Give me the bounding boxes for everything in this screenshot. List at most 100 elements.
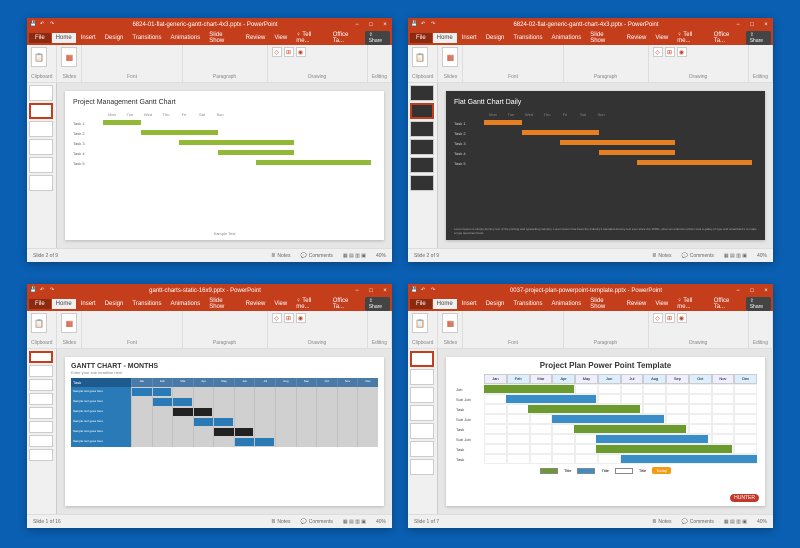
tab-officetab[interactable]: Office Ta... bbox=[329, 30, 363, 46]
tab-design[interactable]: Design bbox=[101, 33, 128, 43]
maximize-icon[interactable]: □ bbox=[748, 21, 756, 29]
slide-canvas[interactable]: Project Plan Power Point Template JanFeb… bbox=[438, 349, 773, 514]
tab-animations[interactable]: Animations bbox=[548, 33, 586, 43]
new-slide-icon[interactable]: ▦ bbox=[61, 47, 77, 67]
tab-slideshow[interactable]: Slide Show bbox=[586, 30, 621, 46]
tab-animations[interactable]: Animations bbox=[167, 33, 205, 43]
share-button[interactable]: ⇪ Share bbox=[746, 31, 771, 45]
tab-officetab[interactable]: Office Ta... bbox=[710, 30, 744, 46]
paste-icon[interactable]: 📋 bbox=[412, 313, 428, 333]
slide[interactable]: GANTT CHART - MONTHS Enter your sub head… bbox=[65, 357, 384, 506]
tab-view[interactable]: View bbox=[651, 33, 672, 43]
thumbnail[interactable] bbox=[29, 121, 53, 137]
slide[interactable]: Project Plan Power Point Template JanFeb… bbox=[446, 357, 765, 506]
redo-icon[interactable]: ↷ bbox=[50, 287, 57, 294]
comments-button[interactable]: 💬 Comments bbox=[681, 253, 713, 259]
save-icon[interactable]: 💾 bbox=[30, 287, 37, 294]
notes-button[interactable]: ≣ Notes bbox=[271, 253, 290, 259]
slide-thumbnails[interactable] bbox=[27, 349, 57, 514]
new-slide-icon[interactable]: ▦ bbox=[61, 313, 77, 333]
view-buttons[interactable]: ▦ ▤ ▥ ▣ bbox=[724, 519, 747, 525]
view-buttons[interactable]: ▦ ▤ ▥ ▣ bbox=[724, 253, 747, 259]
tab-home[interactable]: Home bbox=[52, 33, 76, 43]
redo-icon[interactable]: ↷ bbox=[50, 21, 57, 28]
undo-icon[interactable]: ↶ bbox=[40, 287, 47, 294]
redo-icon[interactable]: ↷ bbox=[431, 21, 438, 28]
quickstyles-icon[interactable]: ◉ bbox=[296, 47, 306, 57]
tab-tellme[interactable]: ♀ Tell me... bbox=[292, 30, 327, 46]
view-buttons[interactable]: ▦ ▤ ▥ ▣ bbox=[343, 519, 366, 525]
slide-canvas[interactable]: Project Management Gantt Chart Mon Tue W… bbox=[57, 83, 392, 248]
thumbnail[interactable] bbox=[29, 157, 53, 173]
zoom-level[interactable]: 40% bbox=[757, 253, 767, 259]
close-icon[interactable]: × bbox=[381, 287, 389, 295]
save-icon[interactable]: 💾 bbox=[411, 287, 418, 294]
notes-button[interactable]: ≣ Notes bbox=[271, 519, 290, 525]
paste-icon[interactable]: 📋 bbox=[31, 47, 47, 67]
thumbnail-active[interactable] bbox=[410, 103, 434, 119]
thumbnail[interactable] bbox=[410, 85, 434, 101]
notes-button[interactable]: ≣ Notes bbox=[652, 519, 671, 525]
tab-transitions[interactable]: Transitions bbox=[509, 33, 546, 43]
paste-icon[interactable]: 📋 bbox=[412, 47, 428, 67]
comments-button[interactable]: 💬 Comments bbox=[681, 519, 713, 525]
maximize-icon[interactable]: □ bbox=[367, 21, 375, 29]
save-icon[interactable]: 💾 bbox=[411, 21, 418, 28]
slide[interactable]: Flat Gantt Chart Daily MonTueWedThuFriSa… bbox=[446, 91, 765, 240]
slide-canvas[interactable]: Flat Gantt Chart Daily MonTueWedThuFriSa… bbox=[438, 83, 773, 248]
tab-design[interactable]: Design bbox=[482, 33, 509, 43]
arrange-icon[interactable]: ⊞ bbox=[284, 47, 294, 57]
minimize-icon[interactable]: − bbox=[734, 287, 742, 295]
thumbnail[interactable] bbox=[29, 139, 53, 155]
thumbnail[interactable] bbox=[410, 175, 434, 191]
tab-file[interactable]: File bbox=[410, 33, 432, 43]
comments-button[interactable]: 💬 Comments bbox=[300, 519, 332, 525]
thumbnail-active[interactable] bbox=[29, 103, 53, 119]
minimize-icon[interactable]: − bbox=[734, 21, 742, 29]
view-buttons[interactable]: ▦ ▤ ▥ ▣ bbox=[343, 253, 366, 259]
tab-transitions[interactable]: Transitions bbox=[128, 33, 165, 43]
close-icon[interactable]: × bbox=[762, 287, 770, 295]
tab-file[interactable]: File bbox=[29, 33, 51, 43]
thumbnail[interactable] bbox=[410, 139, 434, 155]
thumbnail-active[interactable] bbox=[410, 351, 434, 367]
tab-insert[interactable]: Insert bbox=[458, 33, 481, 43]
minimize-icon[interactable]: − bbox=[353, 287, 361, 295]
maximize-icon[interactable]: □ bbox=[748, 287, 756, 295]
quickstyles-icon[interactable]: ◉ bbox=[677, 47, 687, 57]
notes-button[interactable]: ≣ Notes bbox=[652, 253, 671, 259]
maximize-icon[interactable]: □ bbox=[367, 287, 375, 295]
shapes-icon[interactable]: ◇ bbox=[272, 47, 282, 57]
paste-icon[interactable]: 📋 bbox=[31, 313, 47, 333]
slide-thumbnails[interactable] bbox=[408, 349, 438, 514]
tab-file[interactable]: File bbox=[29, 299, 51, 309]
redo-icon[interactable]: ↷ bbox=[431, 287, 438, 294]
thumbnail[interactable] bbox=[29, 85, 53, 101]
slide[interactable]: Project Management Gantt Chart Mon Tue W… bbox=[65, 91, 384, 240]
shapes-icon[interactable]: ◇ bbox=[653, 47, 663, 57]
new-slide-icon[interactable]: ▦ bbox=[442, 313, 458, 333]
minimize-icon[interactable]: − bbox=[353, 21, 361, 29]
comments-button[interactable]: 💬 Comments bbox=[300, 253, 332, 259]
thumbnail-active[interactable] bbox=[29, 351, 53, 363]
slide-thumbnails[interactable] bbox=[408, 83, 438, 248]
new-slide-icon[interactable]: ▦ bbox=[442, 47, 458, 67]
arrange-icon[interactable]: ⊞ bbox=[665, 47, 675, 57]
share-button[interactable]: ⇪ Share bbox=[365, 31, 390, 45]
tab-insert[interactable]: Insert bbox=[77, 33, 100, 43]
tab-home[interactable]: Home bbox=[433, 33, 457, 43]
thumbnail[interactable] bbox=[29, 175, 53, 191]
zoom-level[interactable]: 40% bbox=[376, 253, 386, 259]
slide-thumbnails[interactable] bbox=[27, 83, 57, 248]
thumbnail[interactable] bbox=[410, 157, 434, 173]
undo-icon[interactable]: ↶ bbox=[421, 287, 428, 294]
thumbnail[interactable] bbox=[410, 121, 434, 137]
save-icon[interactable]: 💾 bbox=[30, 21, 37, 28]
slide-canvas[interactable]: GANTT CHART - MONTHS Enter your sub head… bbox=[57, 349, 392, 514]
zoom-level[interactable]: 40% bbox=[376, 519, 386, 525]
tab-slideshow[interactable]: Slide Show bbox=[205, 30, 240, 46]
tab-review[interactable]: Review bbox=[242, 33, 270, 43]
close-icon[interactable]: × bbox=[381, 21, 389, 29]
undo-icon[interactable]: ↶ bbox=[40, 21, 47, 28]
tab-tellme[interactable]: ♀ Tell me... bbox=[673, 30, 708, 46]
